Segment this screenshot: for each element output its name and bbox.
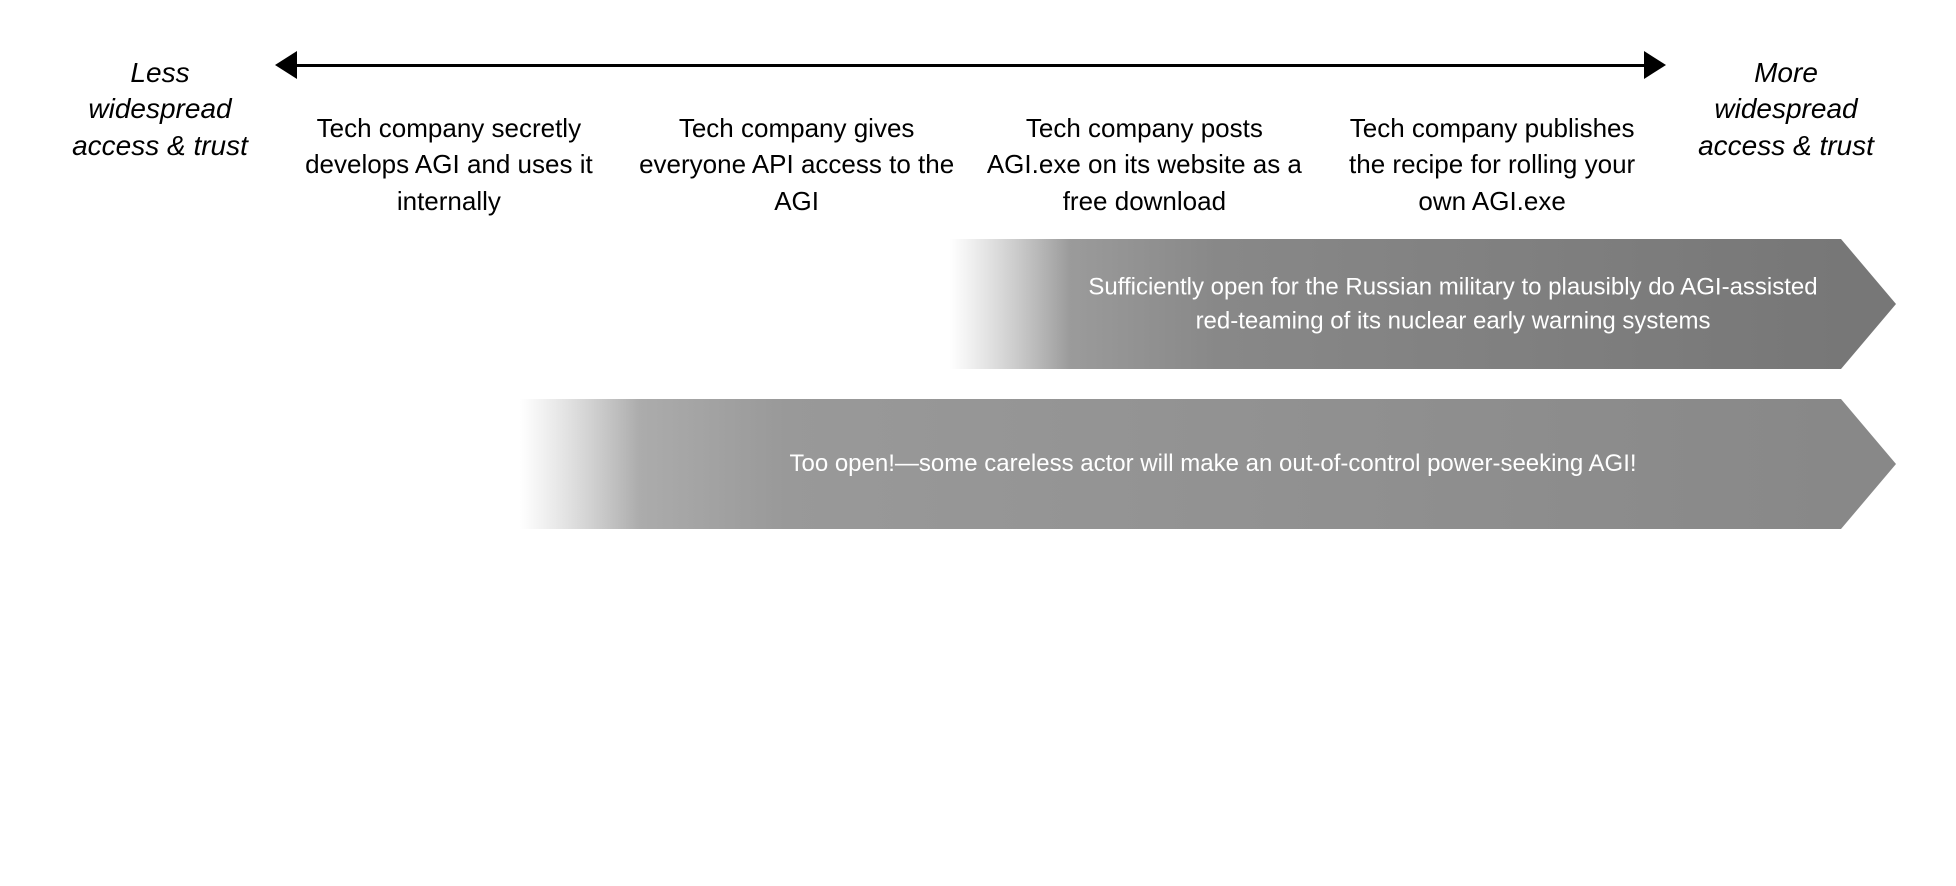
- lower-arrow: Too open!—some careless actor will make …: [520, 399, 1896, 529]
- upper-arrow-text: Sufficiently open for the Russian milita…: [1080, 271, 1826, 338]
- lower-arrow-text: Too open!—some careless actor will make …: [600, 447, 1826, 481]
- upper-arrow: Sufficiently open for the Russian milita…: [950, 239, 1896, 369]
- columns-row: Tech company secretly develops AGI and u…: [275, 110, 1666, 219]
- arrow-line: [297, 64, 1644, 67]
- column-item-2: Tech company gives everyone API access t…: [623, 110, 971, 219]
- upper-arrow-tip: [1841, 239, 1896, 369]
- less-widespread-label: Less widespread access & trust: [60, 55, 260, 164]
- lower-arrow-tip: [1841, 399, 1896, 529]
- arrows-wrapper: Sufficiently open for the Russian milita…: [60, 239, 1896, 549]
- more-widespread-label: More widespread access & trust: [1676, 55, 1896, 164]
- diagram-container: Less widespread access & trust More wide…: [0, 0, 1956, 886]
- column-item-3: Tech company posts AGI.exe on its websit…: [971, 110, 1319, 219]
- column-item-4: Tech company publishes the recipe for ro…: [1318, 110, 1666, 219]
- upper-arrow-fade: [950, 239, 1070, 369]
- spectrum-arrow: [275, 45, 1666, 85]
- column-item-1: Tech company secretly develops AGI and u…: [275, 110, 623, 219]
- arrow-right-head: [1644, 51, 1666, 79]
- arrow-left-head: [275, 51, 297, 79]
- top-section: Less widespread access & trust More wide…: [60, 45, 1896, 219]
